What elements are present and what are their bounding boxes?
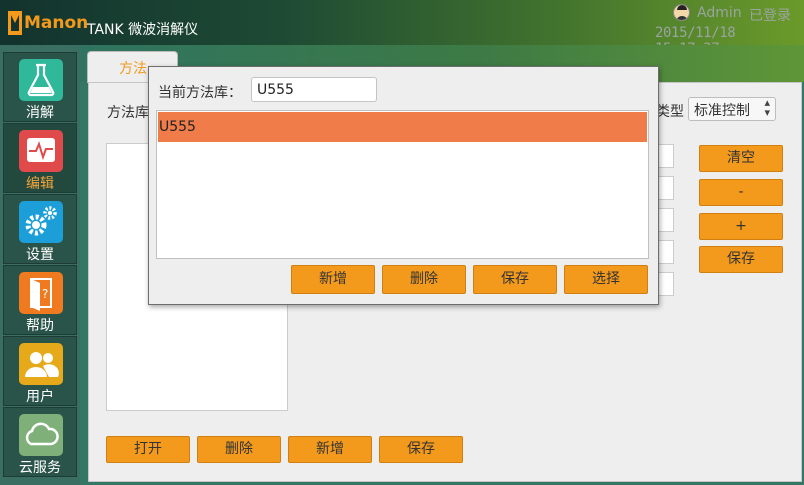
dialog-select-button[interactable]: 选择 — [564, 265, 648, 294]
gears-icon — [19, 201, 63, 243]
cloud-icon — [19, 414, 63, 456]
sidebar-item-label: 编辑 — [26, 176, 54, 192]
sidebar-item-digest[interactable]: 消解 — [3, 52, 77, 122]
add-step-button[interactable]: + — [699, 213, 783, 240]
current-library-label: 当前方法库： — [158, 85, 242, 101]
user-avatar-icon[interactable] — [673, 4, 690, 21]
flask-icon — [19, 59, 63, 101]
open-button[interactable]: 打开 — [106, 436, 190, 463]
type-select[interactable]: 标准控制 ▴ ▾ — [688, 97, 776, 121]
save-steps-button[interactable]: 保存 — [699, 246, 783, 273]
sidebar: 消解 编辑 设置 ? 帮助 用户 云服务 — [0, 45, 80, 485]
clear-button[interactable]: 清空 — [699, 145, 783, 172]
help-door-icon: ? — [19, 272, 63, 314]
method-library-dialog: 当前方法库： U555 新增 删除 保存 选择 — [148, 66, 659, 305]
library-list[interactable]: U555 — [156, 110, 649, 259]
list-item[interactable]: U555 — [158, 112, 647, 142]
dialog-new-button[interactable]: 新增 — [291, 265, 375, 294]
login-status: 已登录 — [749, 8, 791, 24]
sidebar-item-help[interactable]: ? 帮助 — [3, 265, 77, 335]
dialog-delete-button[interactable]: 删除 — [382, 265, 466, 294]
logo-mark-icon — [8, 11, 22, 35]
sidebar-item-label: 帮助 — [26, 318, 54, 334]
svg-text:?: ? — [42, 287, 48, 301]
updown-arrows-icon: ▴ ▾ — [764, 96, 770, 119]
app-title: TANK 微波消解仪 — [87, 22, 199, 38]
sidebar-item-settings[interactable]: 设置 — [3, 194, 77, 264]
sidebar-item-label: 云服务 — [19, 460, 61, 476]
sidebar-item-label: 消解 — [26, 105, 54, 121]
logo-text: Manon — [24, 13, 89, 33]
sidebar-item-users[interactable]: 用户 — [3, 336, 77, 406]
dialog-save-button[interactable]: 保存 — [473, 265, 557, 294]
sidebar-item-label: 设置 — [26, 247, 54, 263]
tab-method-label: 方法 — [119, 61, 147, 77]
users-icon — [19, 343, 63, 385]
sidebar-item-label: 用户 — [26, 389, 54, 405]
type-label: 类型 — [656, 104, 684, 120]
waveform-icon — [19, 130, 63, 172]
type-select-value: 标准控制 — [694, 103, 750, 119]
method-library-label: 方法库 — [107, 105, 149, 121]
sidebar-item-edit[interactable]: 编辑 — [3, 123, 77, 193]
sidebar-item-cloud[interactable]: 云服务 — [3, 407, 77, 477]
screen: Manon TANK 微波消解仪 Admin 已登录 2015/11/18 15… — [0, 0, 804, 485]
remove-step-button[interactable]: - — [699, 179, 783, 206]
new-button[interactable]: 新增 — [288, 436, 372, 463]
user-name[interactable]: Admin — [697, 5, 742, 21]
delete-button[interactable]: 删除 — [197, 436, 281, 463]
title-bar: Manon TANK 微波消解仪 Admin 已登录 2015/11/18 15… — [0, 0, 804, 57]
current-library-input[interactable] — [251, 77, 377, 102]
manon-logo: Manon — [8, 11, 88, 35]
save-button[interactable]: 保存 — [379, 436, 463, 463]
